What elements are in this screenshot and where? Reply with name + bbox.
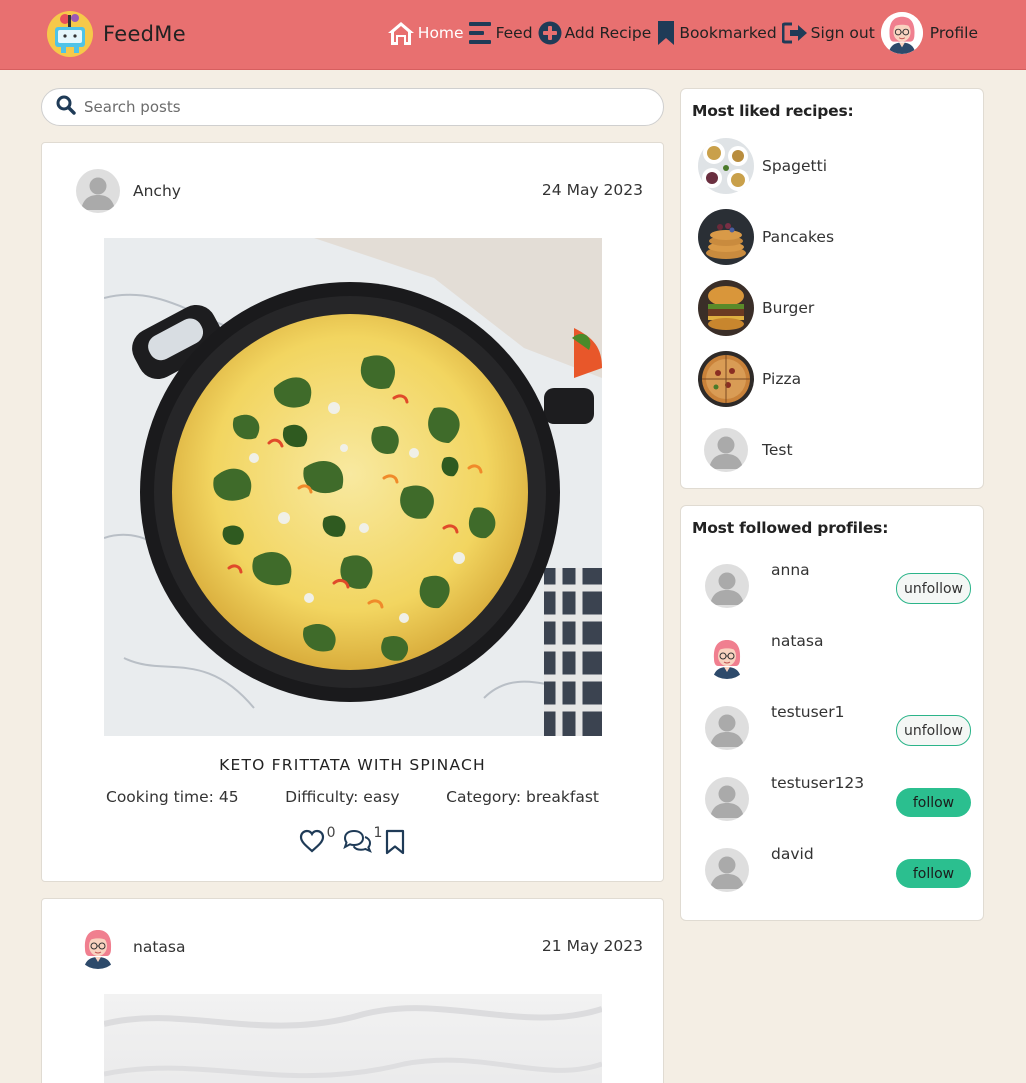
nav-bookmarked[interactable]: Bookmarked bbox=[656, 20, 777, 46]
bookmark-action[interactable] bbox=[384, 829, 406, 859]
profile-name[interactable]: anna bbox=[771, 561, 810, 579]
profile-item: testuser123 follow bbox=[705, 774, 971, 824]
post-card: Anchy 24 May 2023 KETO FRITTATA WITH SPI… bbox=[41, 142, 664, 882]
liked-recipe-name: Test bbox=[762, 441, 793, 459]
profile-item: testuser1 unfollow bbox=[705, 703, 971, 753]
post-card: natasa 21 May 2023 bbox=[41, 898, 664, 1083]
feedme-logo bbox=[46, 10, 94, 58]
liked-recipe-name: Burger bbox=[762, 299, 815, 317]
brand[interactable]: FeedMe bbox=[46, 10, 186, 58]
liked-recipe-item[interactable]: Pizza bbox=[698, 351, 801, 407]
nav-home-label: Home bbox=[417, 24, 464, 42]
nav-add-recipe[interactable]: Add Recipe bbox=[538, 21, 652, 45]
nav-home[interactable]: Home bbox=[387, 20, 464, 46]
navbar: FeedMe Home Feed Add Recipe Bookmarked S… bbox=[0, 0, 1026, 70]
nav-profile-label: Profile bbox=[929, 24, 978, 42]
recipe-thumbnail bbox=[698, 138, 754, 194]
comment-action[interactable]: 1 bbox=[342, 825, 382, 857]
app-title: FeedMe bbox=[103, 22, 186, 46]
liked-recipe-name: Pancakes bbox=[762, 228, 835, 246]
search-bar bbox=[41, 88, 664, 126]
avatar[interactable] bbox=[705, 777, 749, 821]
profile-name[interactable]: testuser1 bbox=[771, 703, 844, 721]
liked-recipe-name: Spagetti bbox=[762, 157, 828, 175]
nav-add-recipe-label: Add Recipe bbox=[564, 24, 652, 42]
nav-profile[interactable]: Profile bbox=[880, 12, 978, 54]
bookmark-outline-icon bbox=[384, 829, 406, 859]
search-input[interactable] bbox=[84, 98, 624, 116]
plus-circle-icon bbox=[538, 21, 565, 45]
liked-recipe-item[interactable]: Spagetti bbox=[698, 138, 827, 194]
sign-out-icon bbox=[781, 22, 811, 44]
liked-recipe-item[interactable]: Pancakes bbox=[698, 209, 834, 265]
post-image[interactable] bbox=[104, 238, 602, 736]
liked-recipe-name: Pizza bbox=[762, 370, 802, 388]
unfollow-button[interactable]: unfollow bbox=[896, 715, 971, 746]
most-liked-title: Most liked recipes: bbox=[692, 102, 854, 120]
nav-links: Home Feed Add Recipe Bookmarked Sign out bbox=[382, 12, 978, 54]
profile-item: natasa bbox=[705, 632, 971, 682]
most-followed-title: Most followed profiles: bbox=[692, 519, 889, 537]
profile-name[interactable]: natasa bbox=[771, 632, 823, 650]
post-date: 21 May 2023 bbox=[541, 937, 643, 955]
nav-sign-out[interactable]: Sign out bbox=[781, 22, 875, 44]
nav-feed[interactable]: Feed bbox=[468, 21, 533, 45]
recipe-thumbnail bbox=[698, 209, 754, 265]
like-count: 0 bbox=[326, 825, 336, 841]
nav-feed-label: Feed bbox=[495, 24, 533, 42]
post-author-block[interactable]: natasa bbox=[76, 925, 185, 969]
post-meta: Cooking time: 45 Difficulty: easy Catego… bbox=[106, 788, 599, 806]
heart-icon bbox=[299, 829, 325, 857]
avatar bbox=[880, 12, 923, 54]
liked-recipe-item[interactable]: Burger bbox=[698, 280, 814, 336]
post-author-block[interactable]: Anchy bbox=[76, 169, 181, 213]
difficulty: Difficulty: easy bbox=[285, 788, 400, 806]
avatar[interactable] bbox=[705, 848, 749, 892]
post-author[interactable]: Anchy bbox=[133, 182, 181, 200]
menu-lines-icon bbox=[468, 21, 496, 45]
post-author[interactable]: natasa bbox=[133, 938, 185, 956]
cooking-time: Cooking time: 45 bbox=[106, 788, 239, 806]
comment-count: 1 bbox=[373, 825, 383, 841]
recipe-thumbnail bbox=[698, 351, 754, 407]
search-icon bbox=[56, 95, 84, 119]
post-title[interactable]: KETO FRITTATA WITH SPINACH bbox=[42, 756, 663, 774]
liked-recipe-item[interactable]: Test bbox=[698, 422, 793, 478]
post-date: 24 May 2023 bbox=[541, 181, 643, 199]
profile-item: david follow bbox=[705, 845, 971, 895]
nav-sign-out-label: Sign out bbox=[810, 24, 875, 42]
bookmark-icon bbox=[656, 20, 679, 46]
avatar[interactable] bbox=[705, 706, 749, 750]
profile-name[interactable]: david bbox=[771, 845, 814, 863]
unfollow-button[interactable]: unfollow bbox=[896, 573, 971, 604]
most-liked-panel: Most liked recipes: Spagetti Pancakes Bu… bbox=[680, 88, 984, 489]
category: Category: breakfast bbox=[446, 788, 599, 806]
follow-button[interactable]: follow bbox=[896, 859, 971, 888]
like-action[interactable]: 0 bbox=[299, 825, 336, 857]
post-actions: 0 1 bbox=[42, 825, 663, 859]
recipe-thumbnail bbox=[698, 280, 754, 336]
profile-name[interactable]: testuser123 bbox=[771, 774, 864, 792]
recipe-thumbnail bbox=[698, 422, 754, 478]
profile-item: anna unfollow bbox=[705, 561, 971, 611]
nav-bookmarked-label: Bookmarked bbox=[679, 24, 777, 42]
avatar[interactable] bbox=[705, 635, 749, 679]
avatar bbox=[76, 169, 120, 213]
follow-button[interactable]: follow bbox=[896, 788, 971, 817]
avatar bbox=[76, 925, 120, 969]
post-image[interactable] bbox=[104, 994, 602, 1083]
home-icon bbox=[387, 20, 418, 46]
avatar[interactable] bbox=[705, 564, 749, 608]
comments-icon bbox=[342, 829, 372, 857]
most-followed-panel: Most followed profiles: anna unfollow na… bbox=[680, 505, 984, 921]
